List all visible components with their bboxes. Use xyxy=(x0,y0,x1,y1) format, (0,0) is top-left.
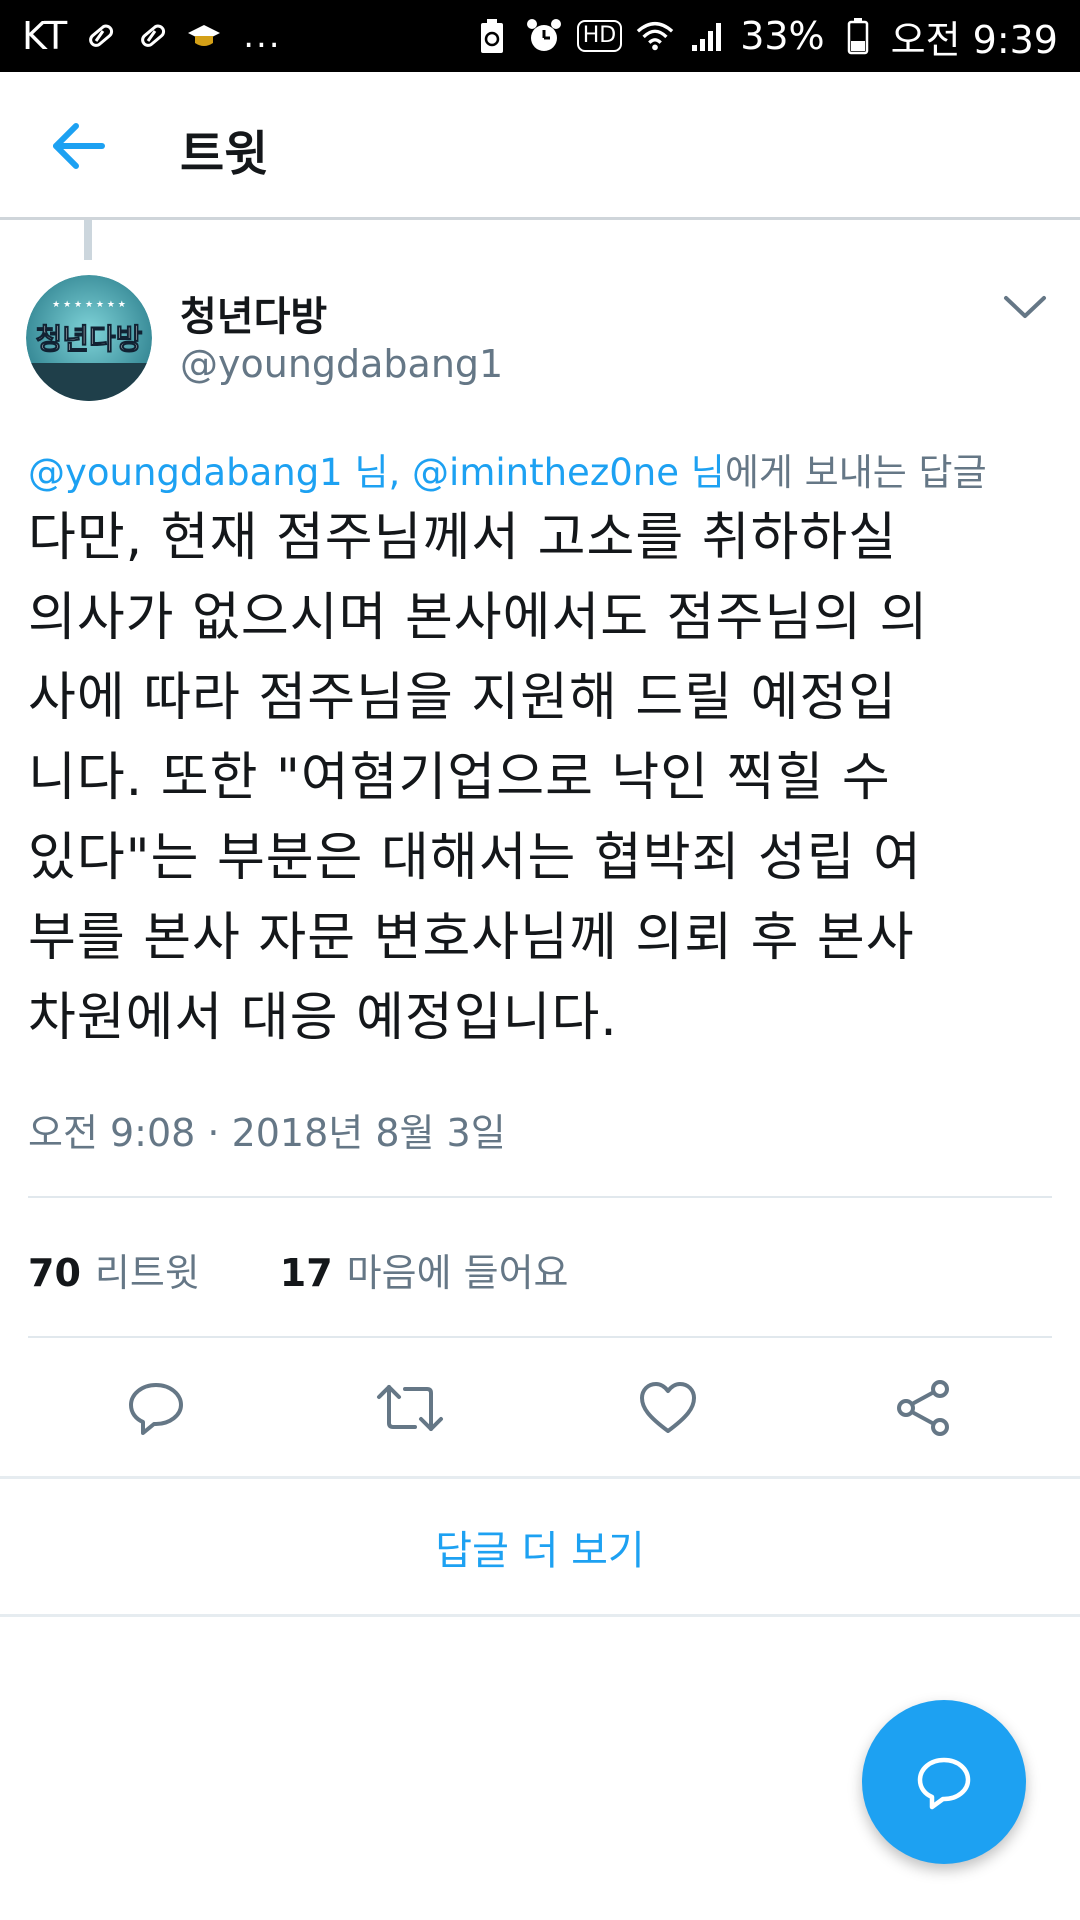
tweet-text-line: 부를 본사 자문 변호사님께 의뢰 후 본사 xyxy=(28,908,915,968)
show-more-replies-button[interactable]: 답글 더 보기 xyxy=(0,1480,1080,1614)
tweet-text-line: 의사가 없으시며 본사에서도 점주님의 의 xyxy=(28,588,929,648)
status-bar-right: HD 33% 오전 9:39 xyxy=(473,9,1058,64)
author-name[interactable]: 청년다방 xyxy=(180,284,327,342)
heart-icon xyxy=(640,1382,696,1433)
avatar[interactable]: ★ ★ ★ ★ ★ ★ ★ 청년다방 xyxy=(26,275,152,401)
arrow-left-icon xyxy=(53,123,105,169)
pill-icon-2 xyxy=(133,17,171,55)
divider xyxy=(28,1336,1052,1338)
share-icon xyxy=(897,1380,949,1436)
likes-count: 17 xyxy=(279,1251,333,1295)
tweet-timestamp: 오전 9:08 · 2018년 8월 3일 xyxy=(28,1111,506,1155)
divider xyxy=(28,1196,1052,1198)
tweet-text-line: 다만, 현재 점주님께서 고소를 취하하실 xyxy=(28,508,898,568)
status-bar-left: KT ... xyxy=(22,14,282,58)
reply-icon xyxy=(917,1757,971,1810)
reply-to-suffix: 에게 보내는 답글 xyxy=(724,451,987,494)
chevron-down-icon xyxy=(1004,296,1046,318)
status-bar: KT ... HD 33% 오전 9:39 xyxy=(0,0,1080,72)
recycle-battery-icon xyxy=(473,17,511,55)
tweet-text-line: 있다"는 부분은 대해서는 협박죄 성립 여 xyxy=(28,828,923,888)
tweet-action-bar xyxy=(0,1372,1080,1444)
reply-button[interactable] xyxy=(120,1372,192,1444)
clock: 오전 9:39 xyxy=(890,17,1058,62)
reply-icon xyxy=(129,1383,183,1435)
wifi-icon xyxy=(636,17,674,55)
mention-iminthez0ne[interactable]: @iminthez0ne 님 xyxy=(412,451,725,494)
pill-icon xyxy=(81,17,119,55)
graduation-cap-icon xyxy=(185,17,223,55)
app-bar: 트윗 xyxy=(0,72,1080,220)
back-button[interactable] xyxy=(48,118,108,174)
likes-stat[interactable]: 17 마음에 들어요 xyxy=(280,1242,569,1297)
retweets-label: 리트윗 xyxy=(94,1251,200,1295)
tweet-stats: 70 리트윗 17 마음에 들어요 xyxy=(28,1242,569,1297)
thread-connector xyxy=(84,220,92,260)
reply-to-line: @youngdabang1 님, @iminthez0ne 님에게 보내는 답글 xyxy=(28,442,1058,496)
alarm-icon xyxy=(525,17,563,55)
more-notifications-indicator: ... xyxy=(243,16,282,56)
like-button[interactable] xyxy=(632,1372,704,1444)
mention-youngdabang1[interactable]: @youngdabang1 님, xyxy=(28,451,400,494)
carrier-label: KT xyxy=(22,14,68,58)
section-divider xyxy=(0,1614,1080,1617)
page-title: 트윗 xyxy=(180,126,269,182)
likes-label: 마음에 들어요 xyxy=(346,1251,569,1295)
avatar-logo-text: 청년다방 xyxy=(36,322,143,356)
hd-badge: HD xyxy=(576,20,623,52)
tweet-menu-button[interactable] xyxy=(1000,282,1050,332)
retweets-stat[interactable]: 70 리트윗 xyxy=(28,1242,200,1297)
battery-icon xyxy=(839,17,877,55)
retweets-count: 70 xyxy=(28,1251,81,1295)
tweet-text: 다만, 현재 점주님께서 고소를 취하하실 의사가 없으시며 본사에서도 점주님… xyxy=(28,498,1058,1058)
svg-text:★ ★ ★ ★ ★ ★ ★: ★ ★ ★ ★ ★ ★ ★ xyxy=(52,300,126,310)
tweet-text-line: 차원에서 대응 예정입니다. xyxy=(28,988,618,1048)
signal-icon xyxy=(688,17,726,55)
tweet-text-line: 사에 따라 점주님을 지원해 드릴 예정입 xyxy=(28,668,898,728)
compose-reply-fab[interactable] xyxy=(862,1700,1026,1864)
section-divider xyxy=(0,1476,1080,1479)
retweet-icon xyxy=(377,1385,443,1431)
retweet-button[interactable] xyxy=(374,1372,446,1444)
battery-percent: 33% xyxy=(740,14,825,58)
tweet-text-line: 니다. 또한 "여혐기업으로 낙인 찍힐 수 xyxy=(28,748,891,808)
author-handle[interactable]: @youngdabang1 xyxy=(180,342,503,386)
share-button[interactable] xyxy=(888,1372,960,1444)
